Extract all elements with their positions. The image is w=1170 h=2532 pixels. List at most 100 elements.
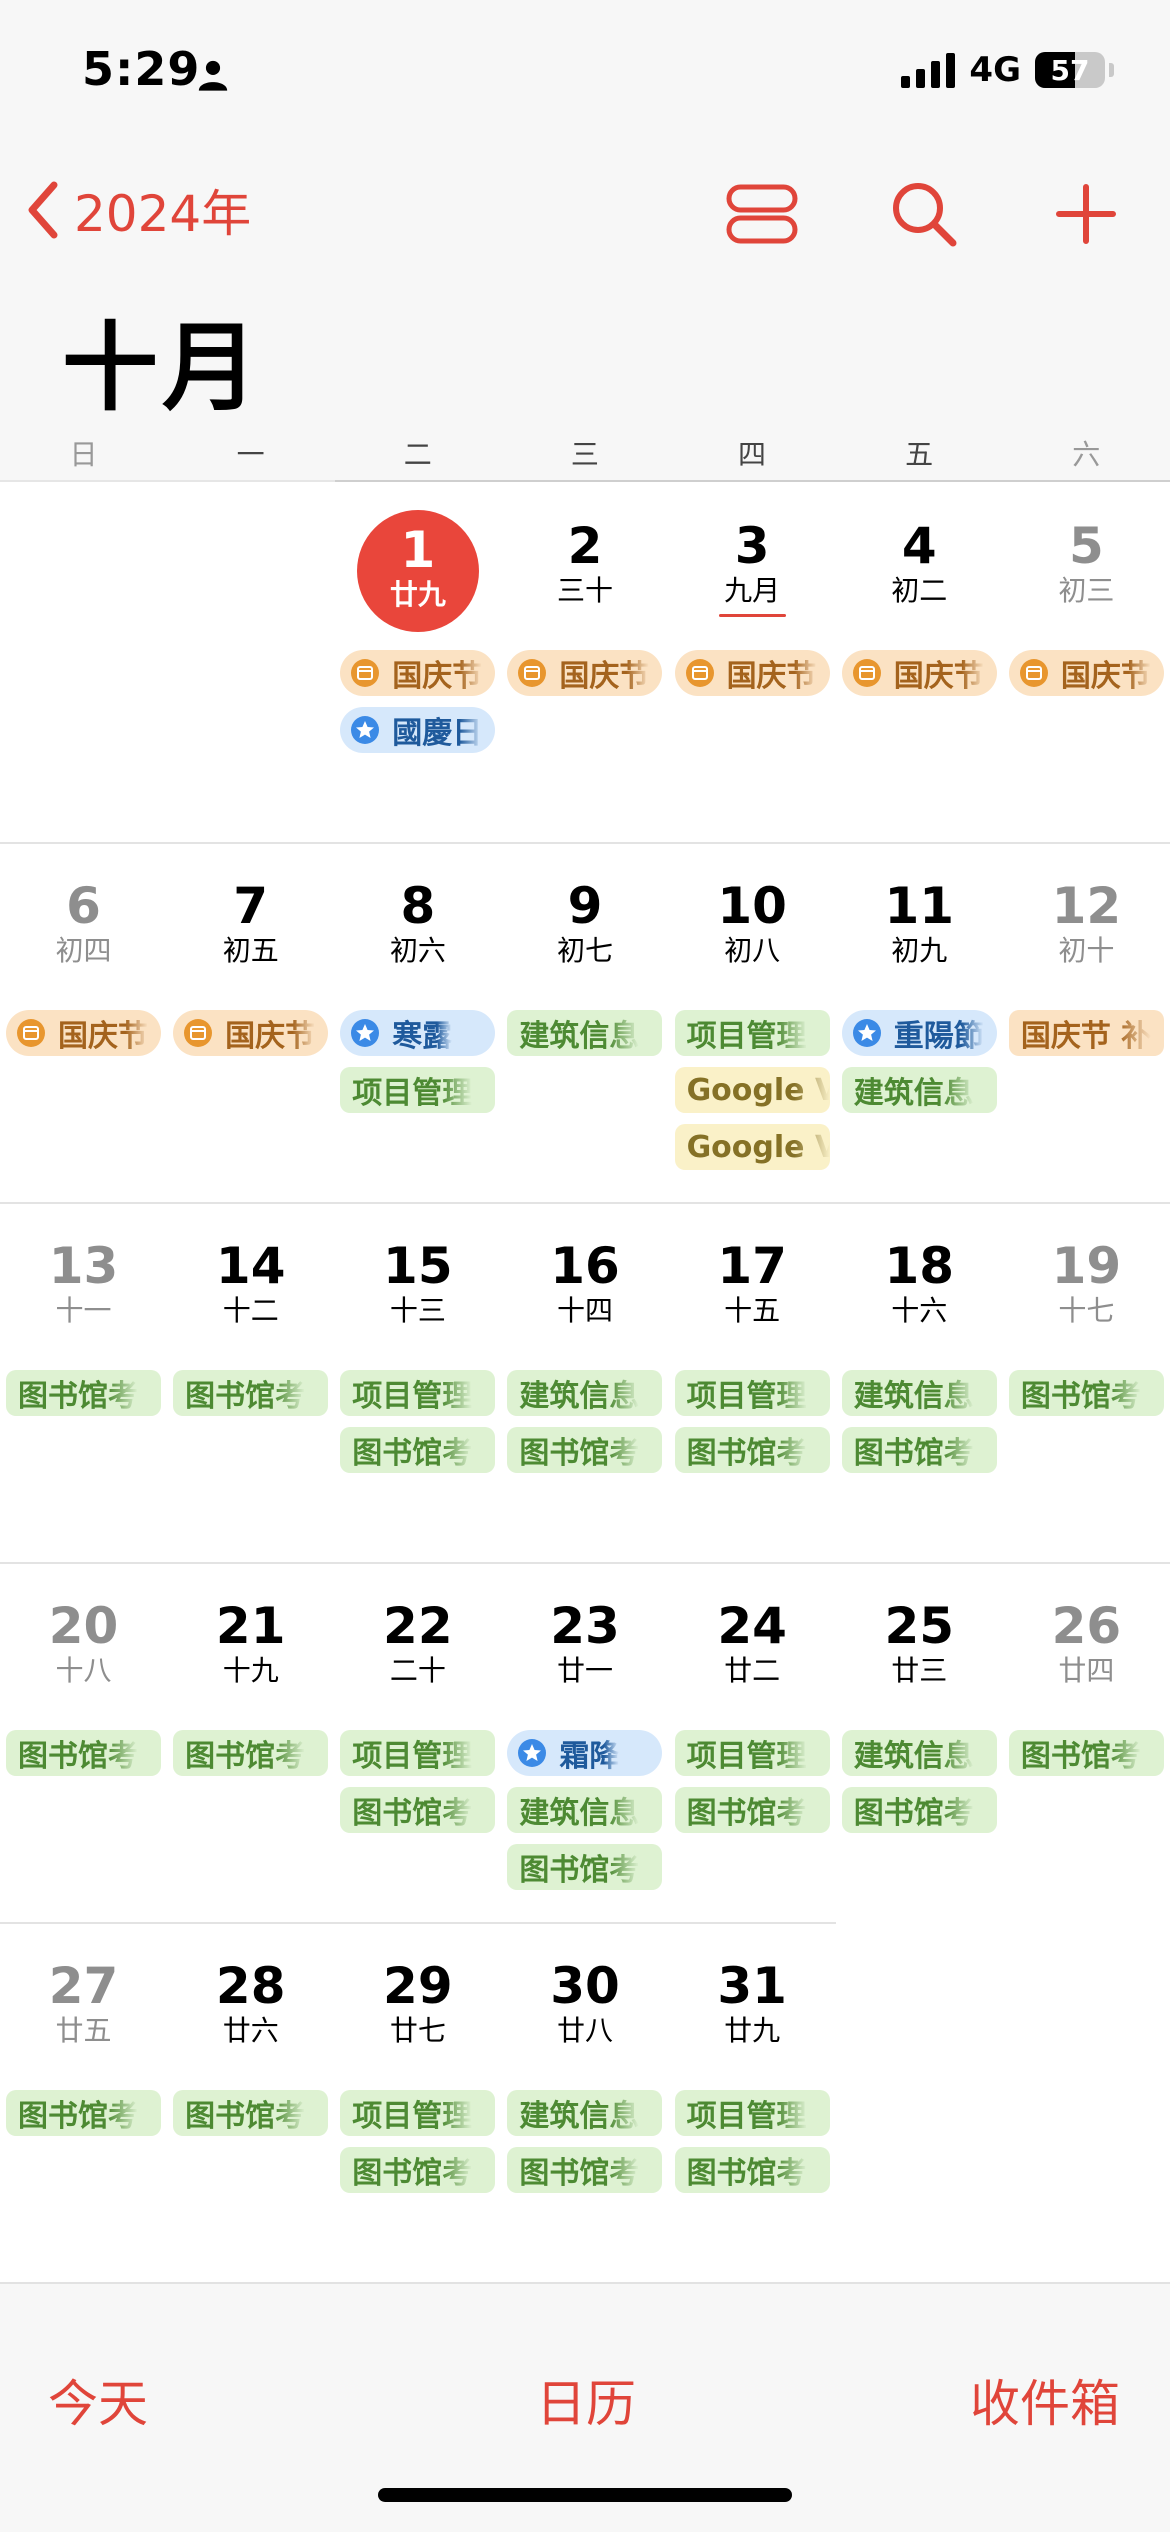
event-chip[interactable]: 图书馆考 <box>1008 1370 1164 1416</box>
day-cell-3[interactable]: 3 九月 国庆节 <box>669 482 836 842</box>
day-cell-13[interactable]: 13 十一 图书馆考 <box>0 1202 167 1562</box>
day-cell-28[interactable]: 28 廿六 图书馆考 <box>167 1922 334 2282</box>
event-chip[interactable]: 图书馆考 <box>507 2147 663 2193</box>
event-chip[interactable]: 图书馆考 <box>173 1370 329 1416</box>
day-cell-8[interactable]: 8 初六 寒露 项目管理 <box>334 842 501 1202</box>
event-chip[interactable]: 国庆节 <box>1008 650 1164 696</box>
day-cell-5[interactable]: 5 初三 国庆节 <box>1003 482 1170 842</box>
event-chip[interactable]: 图书馆考 <box>340 2147 496 2193</box>
day-cell-6[interactable]: 6 初四 国庆节 <box>0 842 167 1202</box>
event-chip[interactable]: 图书馆考 <box>674 1427 830 1473</box>
day-cell-26[interactable]: 26 廿四 图书馆考 <box>1003 1562 1170 1922</box>
day-cell-29[interactable]: 29 廿七 项目管理 图书馆考 <box>334 1922 501 2282</box>
event-chip[interactable]: 国庆节 补 <box>1008 1010 1164 1056</box>
event-chip[interactable]: 图书馆考 <box>674 1787 830 1833</box>
day-cell-14[interactable]: 14 十二 图书馆考 <box>167 1202 334 1562</box>
event-chip[interactable]: 國慶日 <box>340 707 496 753</box>
day-cell-16[interactable]: 16 十四 建筑信息 图书馆考 <box>501 1202 668 1562</box>
event-chip[interactable]: 图书馆考 <box>173 2090 329 2136</box>
event-chip[interactable]: 霜降 <box>507 1730 663 1776</box>
event-chip[interactable]: 建筑信息 <box>507 1010 663 1056</box>
event-chip[interactable]: 项目管理 <box>674 1370 830 1416</box>
event-chip[interactable]: 图书馆考 <box>507 1427 663 1473</box>
day-cell-11[interactable]: 11 初九 重陽節 建筑信息 <box>836 842 1003 1202</box>
event-chip[interactable]: 项目管理 <box>340 2090 496 2136</box>
day-cell-21[interactable]: 21 十九 图书馆考 <box>167 1562 334 1922</box>
event-chip[interactable]: 项目管理 <box>674 1010 830 1056</box>
event-chip[interactable]: 项目管理 <box>340 1370 496 1416</box>
event-chip[interactable]: 建筑信息 <box>507 1787 663 1833</box>
day-cell-18[interactable]: 18 十六 建筑信息 图书馆考 <box>836 1202 1003 1562</box>
back-to-year-button[interactable]: 2024年 <box>22 170 251 250</box>
day-cell-17[interactable]: 17 十五 项目管理 图书馆考 <box>669 1202 836 1562</box>
day-cell-1[interactable]: 1 廿九 国庆节 國慶日 <box>334 482 501 842</box>
event-chip[interactable]: 寒露 <box>340 1010 496 1056</box>
event-chip[interactable]: 国庆节 <box>340 650 496 696</box>
day-cell-7[interactable]: 7 初五 国庆节 <box>167 842 334 1202</box>
day-cell-12[interactable]: 12 初十 国庆节 补 <box>1003 842 1170 1202</box>
lunar-date: 九月 <box>724 574 781 607</box>
event-chip[interactable]: 建筑信息 <box>841 1067 997 1113</box>
event-chip[interactable]: 项目管理 <box>340 1067 496 1113</box>
inbox-button[interactable]: 收件箱 <box>970 2364 1120 2436</box>
day-cell-10[interactable]: 10 初八 项目管理 Google V Google V <box>669 842 836 1202</box>
weekday-tue: 二 <box>403 438 432 471</box>
day-cell-23[interactable]: 23 廿一 霜降 建筑信息 图书馆考 <box>501 1562 668 1922</box>
day-cell-22[interactable]: 22 二十 项目管理 图书馆考 <box>334 1562 501 1922</box>
event-chip[interactable]: 图书馆考 <box>507 1844 663 1890</box>
event-chip[interactable]: 图书馆考 <box>841 1427 997 1473</box>
event-chip[interactable]: Google V <box>674 1067 830 1113</box>
add-event-button[interactable] <box>1046 174 1126 254</box>
day-number: 4 <box>901 517 937 575</box>
event-chip[interactable]: 国庆节 <box>674 650 830 696</box>
event-chip[interactable]: 图书馆考 <box>841 1787 997 1833</box>
event-chip[interactable]: 建筑信息 <box>507 1370 663 1416</box>
day-cell-30[interactable]: 30 廿八 建筑信息 图书馆考 <box>501 1922 668 2282</box>
day-cell-20[interactable]: 20 十八 图书馆考 <box>0 1562 167 1922</box>
event-chip[interactable]: 项目管理 <box>340 1730 496 1776</box>
event-title: 图书馆考 <box>352 2156 473 2191</box>
event-chip[interactable]: 图书馆考 <box>173 1730 329 1776</box>
event-chip[interactable]: 项目管理 <box>674 2090 830 2136</box>
event-title: 项目管理 <box>686 1379 807 1414</box>
lunar-date: 十九 <box>222 1654 279 1687</box>
event-chip[interactable]: 图书馆考 <box>6 1730 161 1776</box>
event-chip[interactable]: 国庆节 <box>173 1010 329 1056</box>
lunar-date: 初二 <box>891 574 948 607</box>
event-chip[interactable]: Google V <box>674 1124 830 1170</box>
day-cell-4[interactable]: 4 初二国庆节 <box>836 482 1003 842</box>
day-cell-24[interactable]: 24 廿二 项目管理 图书馆考 <box>669 1562 836 1922</box>
day-number: 16 <box>550 1237 620 1295</box>
lunar-date: 三十 <box>556 574 613 607</box>
event-chip[interactable]: 建筑信息 <box>841 1370 997 1416</box>
day-number: 9 <box>567 877 603 935</box>
view-mode-button[interactable] <box>722 174 802 254</box>
today-button[interactable]: 今天 <box>48 2364 148 2436</box>
event-chip[interactable]: 重陽節 <box>841 1010 997 1056</box>
lunar-date: 廿四 <box>1058 1654 1115 1687</box>
event-chip[interactable]: 项目管理 <box>674 1730 830 1776</box>
day-cell-15[interactable]: 15 十三 项目管理 图书馆考 <box>334 1202 501 1562</box>
event-chip[interactable]: 国庆节 <box>6 1010 161 1056</box>
day-cell-27[interactable]: 27 廿五 图书馆考 <box>0 1922 167 2282</box>
day-cell-19[interactable]: 19 十七 图书馆考 <box>1003 1202 1170 1562</box>
event-chip[interactable]: 建筑信息 <box>841 1730 997 1776</box>
event-chip[interactable]: 图书馆考 <box>6 2090 161 2136</box>
search-button[interactable] <box>884 174 964 254</box>
day-cell-25[interactable]: 25 廿三 建筑信息 图书馆考 <box>836 1562 1003 1922</box>
day-cell-31[interactable]: 31 廿九 项目管理 图书馆考 <box>669 1922 836 2282</box>
event-chip[interactable]: 图书馆考 <box>6 1370 161 1416</box>
event-title: 国庆节 补 <box>1020 1019 1152 1054</box>
event-chip[interactable]: 图书馆考 <box>674 2147 830 2193</box>
event-chip[interactable]: 图书馆考 <box>1008 1730 1164 1776</box>
event-chip[interactable]: 图书馆考 <box>340 1787 496 1833</box>
event-chip[interactable]: 图书馆考 <box>340 1427 496 1473</box>
day-number: 6 <box>66 877 101 935</box>
event-chip[interactable]: 建筑信息 <box>507 2090 663 2136</box>
day-cell-9[interactable]: 9 初七 建筑信息 <box>501 842 668 1202</box>
event-chip[interactable]: 国庆节 <box>841 650 997 696</box>
event-title: 图书馆考 <box>185 2099 306 2134</box>
event-chip[interactable]: 国庆节 <box>507 650 663 696</box>
calendars-button[interactable]: 日历 <box>536 2364 636 2436</box>
day-cell-2[interactable]: 2 三十 国庆节 <box>501 482 668 842</box>
